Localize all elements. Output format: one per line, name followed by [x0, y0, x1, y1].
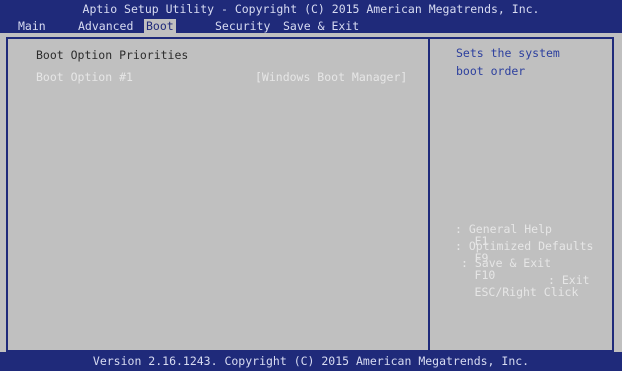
tab-security[interactable]: Security — [213, 19, 272, 33]
content-frame: Boot Option Priorities Boot Option #1 [W… — [6, 37, 614, 352]
tab-advanced[interactable]: Advanced — [76, 19, 135, 33]
boot-option-1-label[interactable]: Boot Option #1 — [36, 71, 133, 84]
panel-divider — [428, 39, 430, 350]
version-text: Version 2.16.1243. Copyright (C) 2015 Am… — [92, 354, 530, 368]
key-description: : Save & Exit — [461, 256, 552, 270]
key-hint-esc: ESC/Right Click: Exit — [433, 274, 590, 310]
tab-boot[interactable]: Boot — [144, 19, 176, 33]
bios-screen: Aptio Setup Utility - Copyright (C) 2015… — [0, 0, 622, 371]
app-title: Aptio Setup Utility - Copyright (C) 2015… — [82, 2, 540, 16]
footer-bar: Version 2.16.1243. Copyright (C) 2015 Am… — [0, 352, 622, 371]
tab-main[interactable]: Main — [16, 19, 48, 33]
boot-option-1-value[interactable]: [Windows Boot Manager] — [255, 71, 407, 84]
tab-save-exit[interactable]: Save & Exit — [281, 19, 361, 33]
key-description: : Exit — [548, 273, 590, 287]
key-description: : General Help — [455, 222, 552, 236]
help-text-line: boot order — [456, 64, 526, 78]
key-description: : Optimized Defaults — [455, 239, 594, 253]
section-title: Boot Option Priorities — [36, 48, 189, 62]
header-bar: Aptio Setup Utility - Copyright (C) 2015… — [0, 0, 622, 33]
help-text-line: Sets the system — [456, 46, 560, 60]
